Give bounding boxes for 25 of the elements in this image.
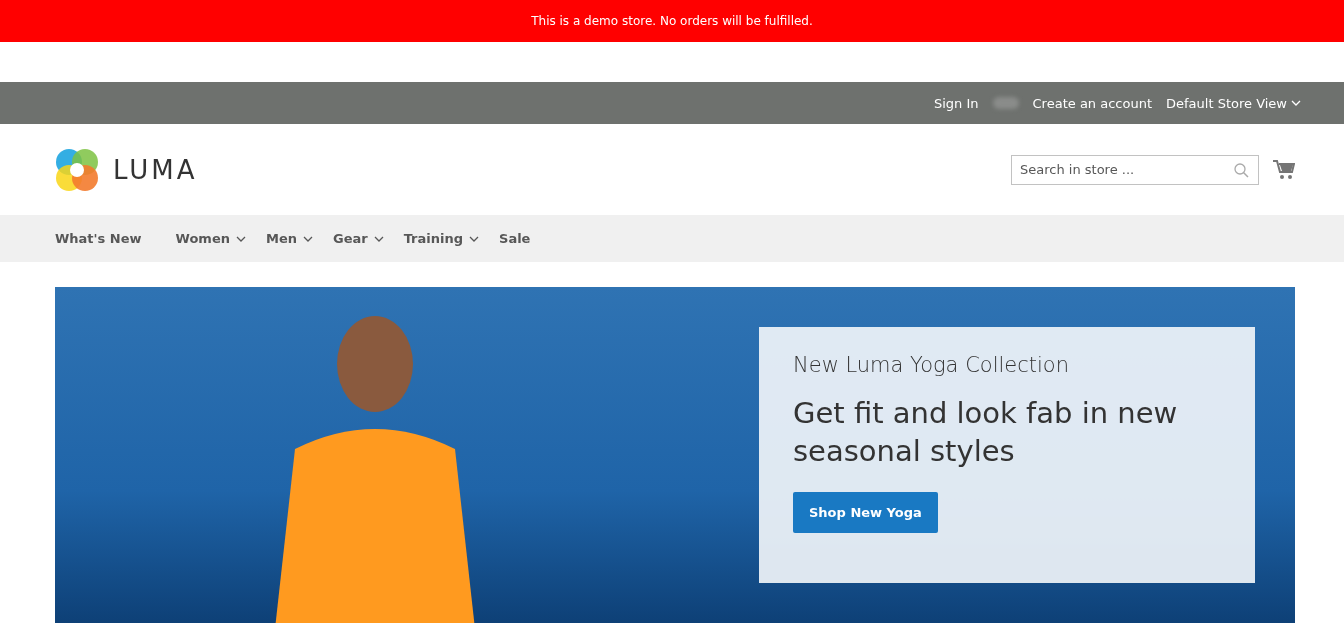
promo-subtitle: New Luma Yoga Collection [793, 353, 1071, 377]
blurred-mark [992, 97, 1019, 109]
nav-item[interactable]: What's New [55, 231, 142, 246]
chevron-down-icon [1291, 100, 1301, 106]
shop-button[interactable]: Shop New Yoga [793, 492, 938, 534]
logo-text: LUMA [113, 154, 198, 185]
create-account-link[interactable]: Create an account [1032, 95, 1152, 111]
nav-item[interactable]: Men [265, 231, 313, 246]
demo-notice: This is a demo store. No orders will be fulfilled. [531, 14, 813, 28]
logo[interactable]: LUMA [55, 147, 198, 192]
chevron-down-icon [373, 235, 384, 242]
promo-headline: Get fit and look fab in new seasonal styles [793, 395, 1179, 470]
search-field[interactable]: Search in store ... [1011, 154, 1259, 185]
nav-item[interactable]: Sale [499, 231, 531, 246]
chevron-down-icon [469, 235, 479, 242]
sign-in-link[interactable]: Sign In [934, 95, 979, 111]
cart-icon[interactable] [1273, 159, 1295, 180]
nav-item[interactable]: Gear [333, 231, 384, 246]
logo-icon [55, 147, 99, 192]
nav-item[interactable]: Women [175, 231, 246, 246]
chevron-down-icon [303, 235, 313, 242]
chevron-down-icon [235, 235, 246, 242]
store-view-switcher[interactable]: Default Store View [1166, 95, 1301, 111]
search-icon [1234, 162, 1249, 178]
nav-item[interactable]: Training [403, 231, 479, 246]
